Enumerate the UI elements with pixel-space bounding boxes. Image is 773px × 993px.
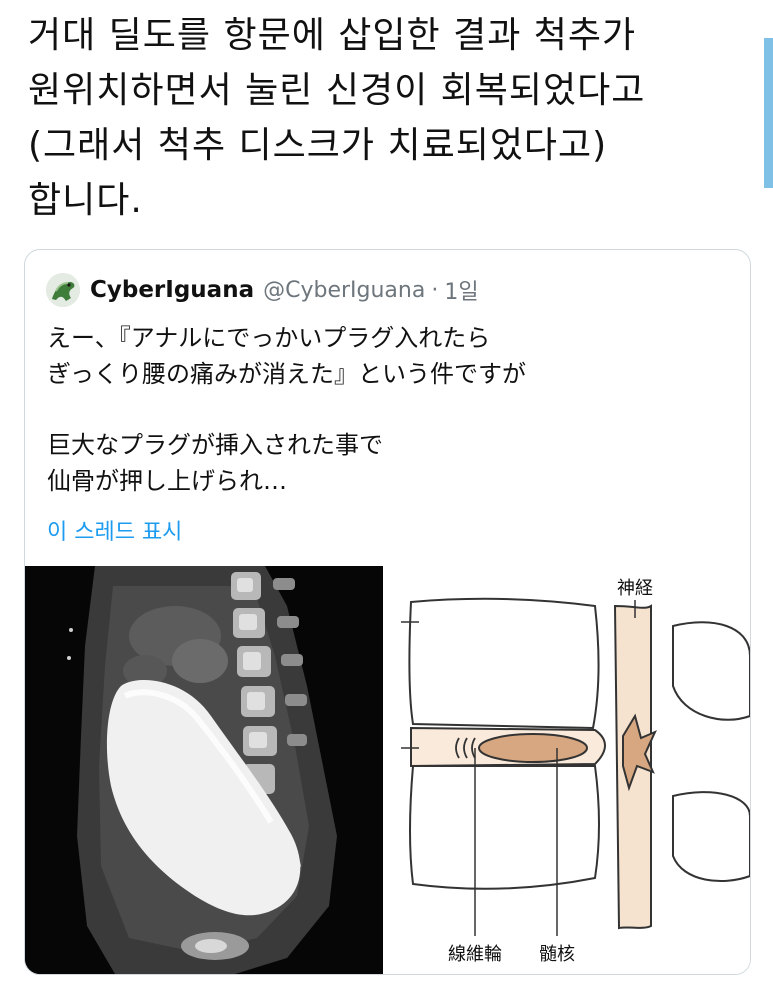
display-name[interactable]: CyberIguana [90,277,254,303]
tweet-text-line: 거대 딜도를 항문에 삽입한 결과 척추가 [28,15,637,56]
side-scroll-indicator [764,38,773,188]
media-attachments[interactable]: 神経 線維輪 髄核 [25,566,750,974]
quoted-tweet-card[interactable]: CyberIguana @CyberIguana · 1일 えー、『アナルにでっ… [24,249,751,975]
body-blank-line [47,392,727,427]
nerve-label: 神経 [617,578,653,599]
avatar[interactable] [46,273,80,307]
body-line: 巨大なプラグが挿入された事で [47,431,383,459]
ct-scan-image[interactable] [25,566,383,974]
body-line: えー、『アナルにでっかいプラグ入れたら [47,324,491,352]
quoted-tweet-header: CyberIguana @CyberIguana · 1일 [46,272,479,308]
annulus-label: 線維輪 [448,944,502,965]
body-line: 仙骨が押し上げられ… [47,467,287,495]
tweet-time[interactable]: 1일 [444,274,478,306]
body-line: ぎっくり腰の痛みが消えた』という件ですが [47,360,527,388]
user-handle[interactable]: @CyberIguana [263,278,425,303]
disc-diagram[interactable]: 神経 線維輪 髄核 [383,566,750,974]
tweet-text-line: 원위치하면서 눌린 신경이 회복되었다고 [28,70,646,111]
nucleus-label: 髄核 [539,944,575,965]
show-thread-link[interactable]: 이 스레드 표시 [47,514,182,546]
tweet-text-line: (그래서 척추 디스크가 치료되었다고) [28,125,608,166]
quoted-tweet-body: えー、『アナルにでっかいプラグ入れたら ぎっくり腰の痛みが消えた』という件ですが… [47,320,727,499]
tweet-text: 거대 딜도를 항문에 삽입한 결과 척추가 원위치하면서 눌린 신경이 회복되었… [28,8,728,228]
meta-separator: · [431,277,439,303]
tweet-text-line: 합니다. [28,180,143,221]
